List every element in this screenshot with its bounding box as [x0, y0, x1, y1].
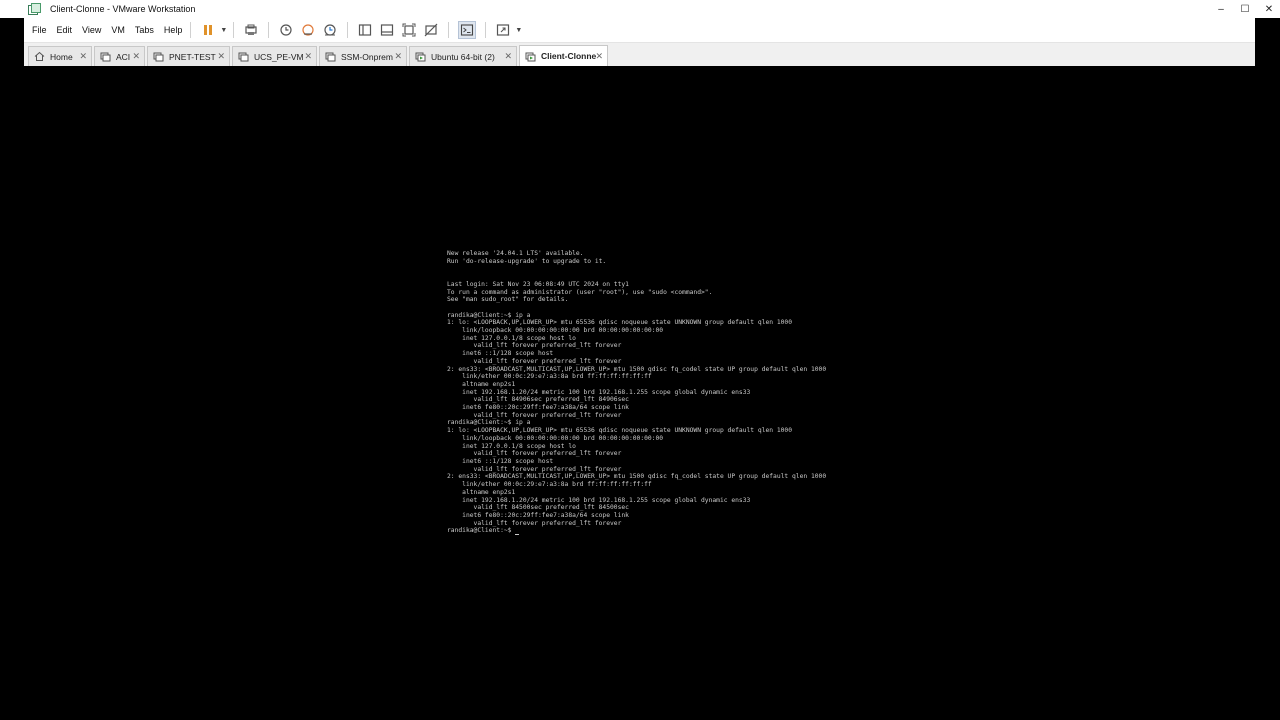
- tab-home[interactable]: Home ✕: [28, 46, 92, 66]
- close-tab-icon[interactable]: ✕: [132, 51, 140, 62]
- tab-aci[interactable]: ACI ✕: [94, 46, 145, 66]
- terminal-line: valid_lft 84906sec preferred_lft 84906se…: [473, 396, 629, 404]
- terminal-line: valid_lft forever preferred_lft forever: [473, 342, 622, 350]
- menu-view[interactable]: View: [82, 25, 101, 35]
- terminal-line: link/ether 00:0c:29:e7:a3:8a brd ff:ff:f…: [462, 373, 652, 381]
- vm-running-icon: [525, 51, 536, 62]
- terminal-line: inet6 ::1/128 scope host: [462, 350, 554, 358]
- tab-label: PNET-TEST: [169, 51, 216, 62]
- window-controls: – ☐ ✕: [1216, 0, 1274, 18]
- snapshot-manager-icon[interactable]: [322, 22, 338, 38]
- snapshot-icon[interactable]: [278, 22, 294, 38]
- terminal-line: altname enp2s1: [462, 488, 516, 496]
- terminal-line: inet 127.0.0.1/8 scope host lo: [462, 442, 576, 450]
- tab-label: SSM-Onprem: [341, 51, 393, 62]
- menu-edit[interactable]: Edit: [57, 25, 73, 35]
- tab-ssm-onprem[interactable]: SSM-Onprem ✕: [319, 46, 407, 66]
- terminal-line: inet 192.168.1.20/24 metric 100 brd 192.…: [462, 496, 751, 504]
- close-tab-icon[interactable]: ✕: [79, 51, 87, 62]
- terminal-line: link/loopback 00:00:00:00:00:00 brd 00:0…: [462, 434, 664, 442]
- terminal-line: inet 127.0.0.1/8 scope host lo: [462, 334, 576, 342]
- terminal-line: randika@Client:~$ ip a: [447, 419, 531, 427]
- menu-bar: File Edit View VM Tabs Help ▼ ▼: [24, 18, 1255, 43]
- tab-label: Client-Clonne: [541, 51, 597, 61]
- terminal-line: To run a command as administrator (user …: [447, 288, 713, 296]
- terminal-line: altname enp2s1: [462, 380, 516, 388]
- tab-label: UCS_PE-VM: [254, 51, 304, 62]
- stretch-dropdown-icon[interactable]: ▼: [515, 27, 522, 34]
- vmware-app-icon[interactable]: [28, 3, 41, 15]
- close-tab-icon[interactable]: ✕: [304, 51, 312, 62]
- terminal-line: inet6 fe80::20c:29ff:fee7:a38a/64 scope …: [462, 404, 629, 412]
- menu-tabs[interactable]: Tabs: [135, 25, 154, 35]
- tab-ucs-pe-vm[interactable]: UCS_PE-VM ✕: [232, 46, 317, 66]
- console-view-icon[interactable]: [458, 21, 477, 39]
- thumbnail-icon[interactable]: [379, 22, 395, 38]
- terminal-line: valid_lft 84500sec preferred_lft 84500se…: [473, 504, 629, 512]
- terminal-output[interactable]: New release '24.04.1 LTS' available. Run…: [447, 250, 867, 540]
- toolbar-separator: [190, 22, 192, 38]
- terminal-line: inet6 ::1/128 scope host: [462, 457, 554, 465]
- title-bar: Client-Clonne - VMware Workstation – ☐ ✕: [0, 0, 1280, 18]
- terminal-line: inet 192.168.1.20/24 metric 100 brd 192.…: [462, 388, 751, 396]
- terminal-line: 1: lo: <LOOPBACK,UP,LOWER_UP> mtu 65536 …: [447, 427, 792, 435]
- terminal-line: valid_lft forever preferred_lft forever: [473, 357, 622, 365]
- terminal-line: Last login: Sat Nov 23 06:08:49 UTC 2024…: [447, 280, 629, 288]
- terminal-line: valid_lft forever preferred_lft forever: [473, 465, 622, 473]
- menu-file[interactable]: File: [32, 25, 47, 35]
- unity-icon[interactable]: [423, 22, 439, 38]
- stretch-icon[interactable]: [495, 22, 511, 38]
- revert-snapshot-icon[interactable]: [300, 22, 316, 38]
- terminal-line: valid_lft forever preferred_lft forever: [473, 450, 622, 458]
- vm-tab-bar: Home ✕ ACI ✕ PNET-TEST ✕ UCS_PE-VM ✕ SSM…: [24, 43, 1255, 66]
- fullscreen-icon[interactable]: [401, 22, 417, 38]
- terminal-line: inet6 fe80::20c:29ff:fee7:a38a/64 scope …: [462, 511, 629, 519]
- home-icon: [34, 51, 45, 62]
- toolbar-separator: [268, 22, 270, 38]
- terminal-line: See "man sudo_root" for details.: [447, 296, 569, 304]
- terminal-line: 2: ens33: <BROADCAST,MULTICAST,UP,LOWER_…: [447, 473, 827, 481]
- vm-running-icon: [415, 51, 426, 62]
- terminal-line: 2: ens33: <BROADCAST,MULTICAST,UP,LOWER_…: [447, 365, 827, 373]
- toolbar-separator: [448, 22, 450, 38]
- terminal-line: randika@Client:~$ ip a: [447, 311, 531, 319]
- terminal-line: link/ether 00:0c:29:e7:a3:8a brd ff:ff:f…: [462, 481, 652, 489]
- send-ctrl-alt-del-icon[interactable]: [243, 22, 259, 38]
- terminal-line: valid_lft forever preferred_lft forever: [473, 519, 622, 527]
- tab-label: Home: [50, 51, 73, 62]
- minimize-button[interactable]: –: [1216, 4, 1226, 15]
- tab-client-clonne[interactable]: Client-Clonne ✕: [519, 45, 608, 66]
- menu-help[interactable]: Help: [164, 25, 183, 35]
- terminal-line: Run 'do-release-upgrade' to upgrade to i…: [447, 257, 607, 265]
- terminal-prompt: randika@Client:~$: [447, 527, 516, 535]
- menu-vm[interactable]: VM: [111, 25, 125, 35]
- library-icon[interactable]: [357, 22, 373, 38]
- terminal-line: New release '24.04.1 LTS' available.: [447, 250, 584, 257]
- close-tab-icon[interactable]: ✕: [394, 51, 402, 62]
- tab-ubuntu-64-bit-2[interactable]: Ubuntu 64-bit (2) ✕: [409, 46, 517, 66]
- terminal-cursor: [515, 534, 520, 536]
- toolbar-separator: [485, 22, 487, 38]
- terminal-line: 1: lo: <LOOPBACK,UP,LOWER_UP> mtu 65536 …: [447, 319, 792, 327]
- vm-icon: [238, 51, 249, 62]
- close-window-button[interactable]: ✕: [1264, 4, 1274, 15]
- terminal-line: link/loopback 00:00:00:00:00:00 brd 00:0…: [462, 327, 664, 335]
- tab-label: ACI: [116, 51, 131, 62]
- tab-pnet-test[interactable]: PNET-TEST ✕: [147, 46, 230, 66]
- terminal-line: valid_lft forever preferred_lft forever: [473, 411, 622, 419]
- terminal-lines: New release '24.04.1 LTS' available. Run…: [447, 250, 826, 527]
- close-tab-icon[interactable]: ✕: [217, 51, 225, 62]
- toolbar-separator: [233, 22, 235, 38]
- maximize-button[interactable]: ☐: [1240, 4, 1250, 15]
- vm-icon: [153, 51, 164, 62]
- vm-icon: [325, 51, 336, 62]
- pause-icon[interactable]: [200, 22, 216, 38]
- power-dropdown-icon[interactable]: ▼: [220, 27, 227, 34]
- close-tab-icon[interactable]: ✕: [504, 51, 512, 62]
- tab-label: Ubuntu 64-bit (2): [431, 51, 495, 62]
- vm-icon: [100, 51, 111, 62]
- window-title: Client-Clonne - VMware Workstation: [50, 4, 196, 14]
- toolbar-separator: [347, 22, 349, 38]
- close-tab-icon[interactable]: ✕: [595, 51, 603, 62]
